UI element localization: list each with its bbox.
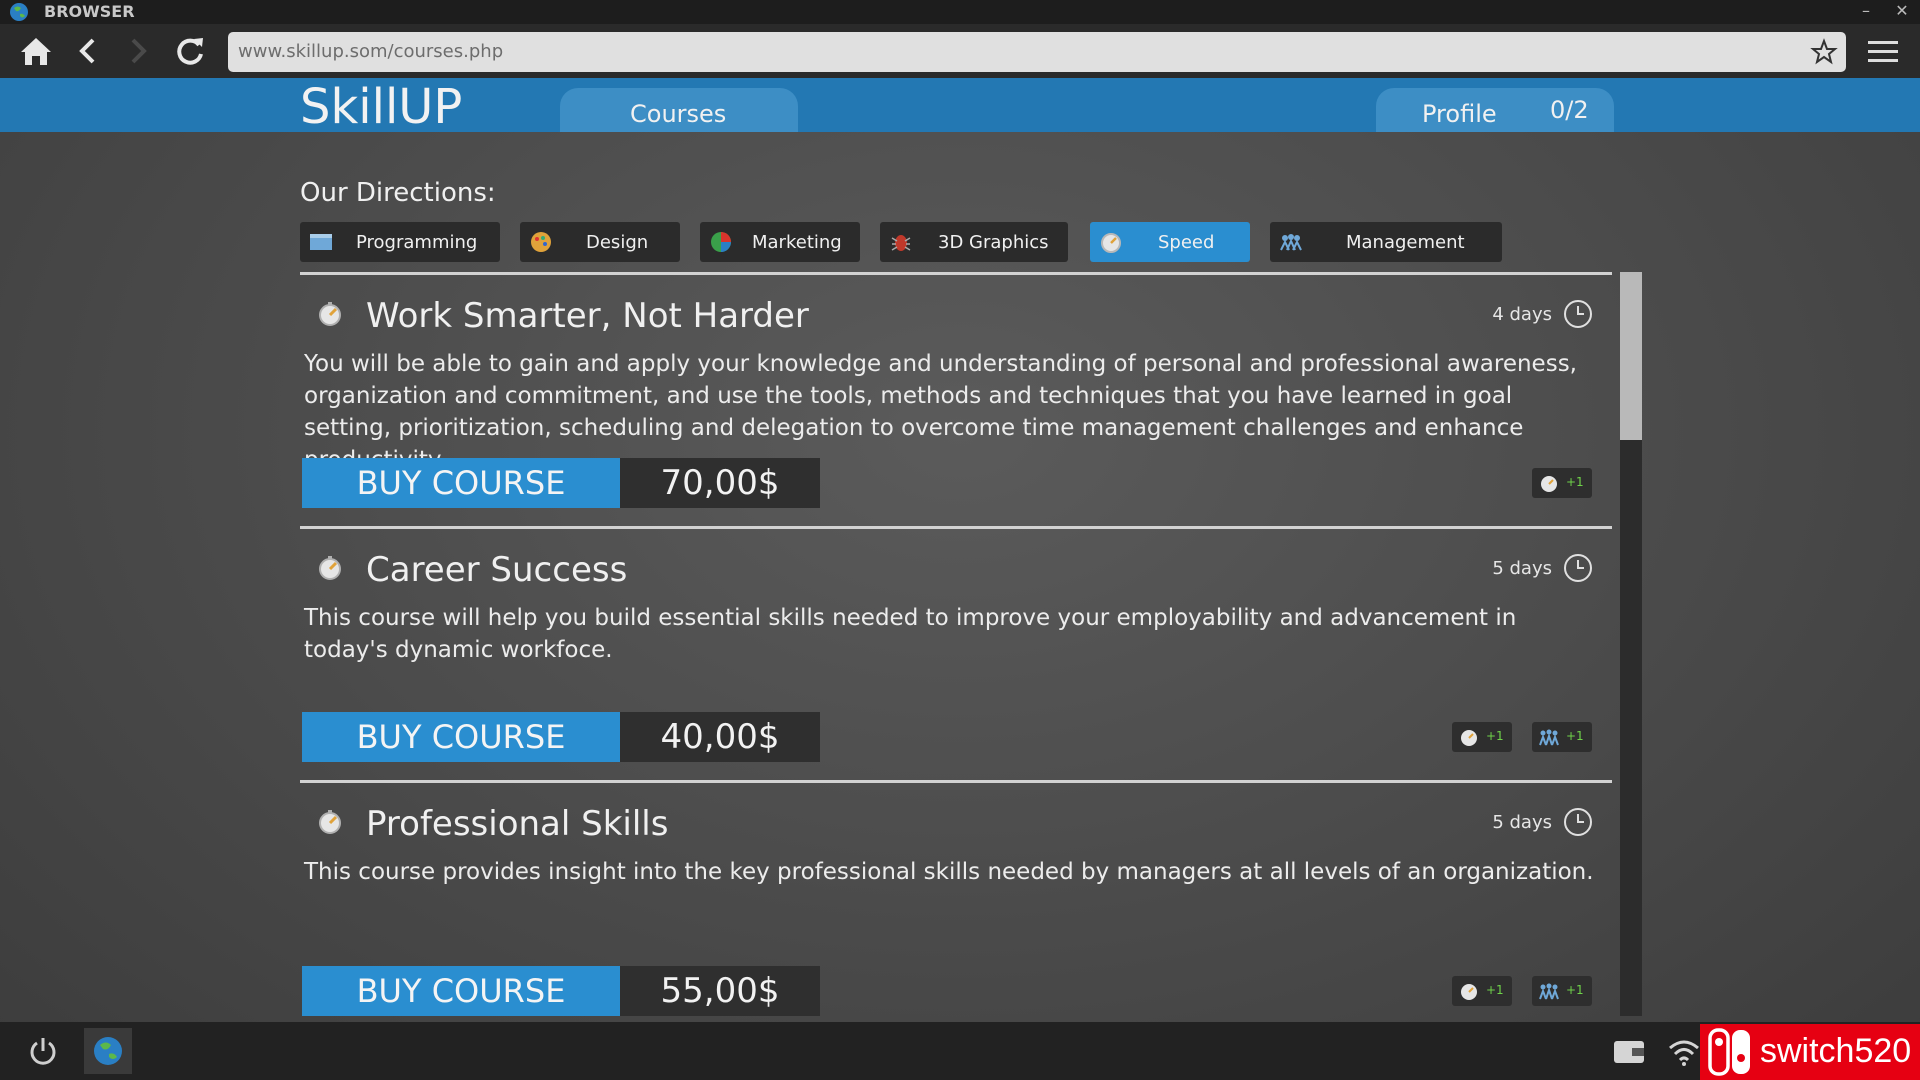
reward-value: +1 bbox=[1566, 983, 1584, 997]
profile-count: 0/2 bbox=[1550, 96, 1589, 124]
team-icon bbox=[1539, 729, 1559, 746]
tab-courses[interactable]: Courses bbox=[560, 88, 798, 132]
window-title: BROWSER bbox=[44, 2, 135, 21]
direction-design[interactable]: Design bbox=[520, 222, 680, 262]
directions-heading: Our Directions: bbox=[300, 178, 496, 208]
palette-icon bbox=[531, 232, 551, 252]
direction-label: Design bbox=[586, 232, 649, 253]
watermark-text: switch520 bbox=[1760, 1032, 1912, 1070]
reward-value: +1 bbox=[1486, 729, 1504, 743]
stopwatch-icon bbox=[319, 810, 341, 834]
reward-badge: +1 bbox=[1532, 468, 1592, 498]
course-description: This course provides insight into the ke… bbox=[304, 859, 1594, 885]
reward-value: +1 bbox=[1566, 729, 1584, 743]
back-arrow-icon[interactable] bbox=[68, 33, 108, 69]
power-icon[interactable] bbox=[26, 1034, 60, 1068]
tab-profile[interactable]: Profile 0/2 bbox=[1376, 88, 1614, 132]
tab-profile-label: Profile bbox=[1422, 100, 1497, 128]
bug-icon bbox=[891, 235, 911, 251]
course-card: Professional Skills 5 days This course p… bbox=[300, 780, 1612, 1016]
watermark: switch520 bbox=[1700, 1024, 1920, 1080]
stopwatch-icon bbox=[1541, 476, 1557, 492]
direction-management[interactable]: Management bbox=[1270, 222, 1502, 262]
reward-badge: +1 bbox=[1452, 722, 1512, 752]
reward-badge: +1 bbox=[1452, 976, 1512, 1006]
course-card: Work Smarter, Not Harder 4 days You will… bbox=[300, 272, 1612, 524]
stopwatch-icon bbox=[319, 302, 341, 326]
wifi-icon[interactable] bbox=[1666, 1034, 1702, 1068]
stopwatch-icon bbox=[1461, 984, 1477, 1000]
taskbar bbox=[0, 1022, 1920, 1080]
address-bar[interactable]: www.skillup.som/courses.php bbox=[228, 32, 1846, 72]
scrollbar[interactable] bbox=[1620, 272, 1642, 1016]
course-title: Career Success bbox=[366, 550, 628, 590]
stopwatch-icon bbox=[1461, 730, 1477, 746]
team-icon bbox=[1539, 983, 1559, 1000]
hamburger-menu-icon[interactable] bbox=[1866, 38, 1900, 66]
code-window-icon bbox=[310, 234, 332, 250]
direction-label: Management bbox=[1346, 232, 1465, 253]
clock-icon bbox=[1564, 554, 1592, 582]
team-icon bbox=[1280, 234, 1302, 251]
globe-icon bbox=[94, 1037, 122, 1065]
course-duration: 4 days bbox=[1492, 304, 1552, 325]
site-logo[interactable]: SkillUP bbox=[300, 80, 462, 134]
course-price: 55,00$ bbox=[620, 966, 820, 1016]
direction-3d-graphics[interactable]: 3D Graphics bbox=[880, 222, 1068, 262]
course-title: Work Smarter, Not Harder bbox=[366, 296, 809, 336]
reward-badge: +1 bbox=[1532, 722, 1592, 752]
minimize-button[interactable]: – bbox=[1852, 0, 1880, 24]
buy-course-button[interactable]: BUY COURSE bbox=[302, 458, 620, 508]
site-header bbox=[0, 78, 1920, 132]
course-description: You will be able to gain and apply your … bbox=[304, 351, 1577, 473]
direction-marketing[interactable]: Marketing bbox=[700, 222, 860, 262]
course-title: Professional Skills bbox=[366, 804, 669, 844]
course-description: This course will help you build essentia… bbox=[304, 605, 1517, 663]
clock-icon bbox=[1564, 300, 1592, 328]
divider bbox=[300, 526, 1612, 529]
reward-value: +1 bbox=[1566, 475, 1584, 489]
course-duration: 5 days bbox=[1492, 558, 1552, 579]
course-card: Career Success 5 days This course will h… bbox=[300, 526, 1612, 778]
divider bbox=[300, 780, 1612, 783]
direction-speed[interactable]: Speed bbox=[1090, 222, 1250, 262]
scrollbar-thumb[interactable] bbox=[1620, 272, 1642, 440]
home-icon[interactable] bbox=[16, 33, 56, 69]
switch-logo-icon bbox=[1708, 1028, 1750, 1076]
buy-course-button[interactable]: BUY COURSE bbox=[302, 712, 620, 762]
browser-toolbar: www.skillup.som/courses.php bbox=[0, 24, 1920, 78]
wallet-icon[interactable] bbox=[1612, 1036, 1646, 1066]
clock-icon bbox=[1564, 808, 1592, 836]
close-window-button[interactable]: ✕ bbox=[1888, 0, 1916, 24]
tab-courses-label: Courses bbox=[630, 100, 727, 128]
direction-label: Marketing bbox=[752, 232, 842, 253]
direction-label: Programming bbox=[356, 232, 478, 253]
course-duration: 5 days bbox=[1492, 812, 1552, 833]
url-text[interactable]: www.skillup.som/courses.php bbox=[238, 41, 503, 62]
pie-chart-icon bbox=[711, 232, 731, 252]
stopwatch-icon bbox=[319, 556, 341, 580]
course-price: 40,00$ bbox=[620, 712, 820, 762]
reward-badge: +1 bbox=[1532, 976, 1592, 1006]
browser-globe-icon bbox=[10, 3, 28, 21]
buy-course-button[interactable]: BUY COURSE bbox=[302, 966, 620, 1016]
reload-icon[interactable] bbox=[170, 33, 210, 69]
direction-label: Speed bbox=[1158, 232, 1215, 253]
course-list[interactable]: Work Smarter, Not Harder 4 days You will… bbox=[300, 272, 1612, 1016]
course-price: 70,00$ bbox=[620, 458, 820, 508]
reward-value: +1 bbox=[1486, 983, 1504, 997]
star-icon[interactable] bbox=[1810, 38, 1838, 66]
forward-arrow-icon[interactable] bbox=[118, 33, 158, 69]
direction-programming[interactable]: Programming bbox=[300, 222, 500, 262]
window-titlebar: BROWSER – ✕ bbox=[0, 0, 1920, 24]
divider bbox=[300, 272, 1612, 275]
direction-label: 3D Graphics bbox=[938, 232, 1049, 253]
browser-taskbar-button[interactable] bbox=[84, 1028, 132, 1074]
stopwatch-icon bbox=[1101, 233, 1121, 253]
